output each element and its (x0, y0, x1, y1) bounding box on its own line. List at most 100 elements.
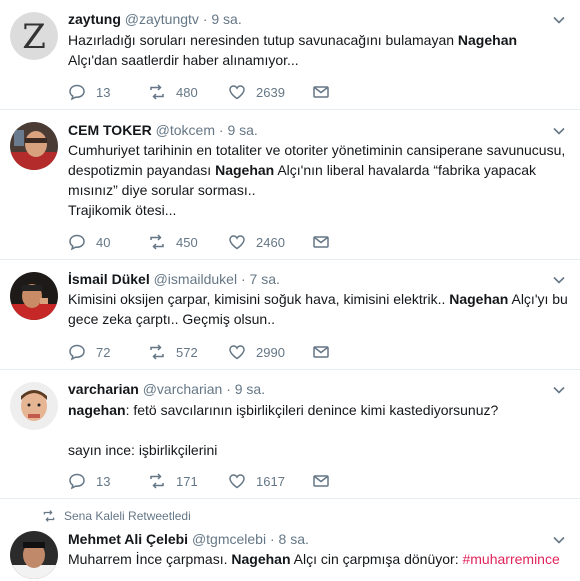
author-name[interactable]: Mehmet Ali Çelebi (68, 531, 188, 547)
retweet-button[interactable]: 572 (148, 343, 228, 361)
avatar[interactable] (10, 122, 58, 170)
author-handle[interactable]: @zaytungtv (125, 11, 199, 27)
tweet[interactable]: Z zaytung @zaytungtv · 9 sa. Hazırladığı… (0, 0, 580, 110)
message-button[interactable] (312, 83, 330, 101)
message-button[interactable] (312, 472, 330, 490)
reply-count: 13 (96, 473, 111, 489)
separator-dot: · (202, 11, 208, 27)
retweet-context[interactable]: Sena Kaleli Retweetledi (42, 509, 191, 523)
tweet-text-part: Muharrem İnce çarpması. (68, 551, 232, 567)
chevron-down-icon[interactable] (552, 533, 566, 547)
avatar[interactable] (10, 272, 58, 320)
chevron-down-icon[interactable] (552, 13, 566, 27)
retweet-icon (150, 84, 164, 100)
like-button[interactable]: 2990 (228, 343, 312, 361)
tweet-text: Kimisini oksijen çarpar, kimisini soğuk … (68, 289, 568, 329)
tweet-feed: Z zaytung @zaytungtv · 9 sa. Hazırladığı… (0, 0, 580, 581)
author-name[interactable]: CEM TOKER (68, 122, 152, 138)
tweet-actions: 72 572 2990 (68, 342, 330, 362)
separator-dot: · (226, 381, 231, 397)
reply-icon (69, 344, 85, 361)
tweet-actions: 13 171 1617 (68, 471, 330, 491)
author-name[interactable]: İsmail Dükel (68, 271, 150, 287)
avatar[interactable]: Z (10, 12, 58, 60)
author-handle[interactable]: @varcharian (143, 381, 223, 397)
reply-count: 72 (96, 344, 111, 360)
reply-button[interactable]: 72 (68, 343, 148, 361)
tweet[interactable]: İsmail Dükel @ismaildukel · 7 sa. Kimisi… (0, 260, 580, 370)
retweet-icon (150, 344, 164, 360)
retweet-button[interactable]: 480 (148, 83, 228, 101)
retweet-count: 450 (176, 234, 198, 250)
reply-button[interactable]: 13 (68, 83, 148, 101)
tweet-text-bold: Nagehan (457, 32, 518, 48)
author-handle[interactable]: @tgmcelebi (192, 531, 266, 547)
tweet-header: zaytung @zaytungtv · 9 sa. (68, 10, 242, 28)
tweet[interactable]: CEM TOKER @tokcem · 9 sa. Cumhuriyet tar… (0, 110, 580, 260)
reply-icon (69, 84, 85, 101)
like-count: 2639 (256, 84, 285, 100)
tweet-text-bold: nagehan (68, 402, 126, 418)
reply-icon (69, 234, 85, 251)
hashtag-link[interactable]: #muharremince (462, 551, 559, 567)
like-button[interactable]: 2460 (228, 233, 312, 251)
tweet-text-part: : fetö savcılarının işbirlikçileri denin… (125, 402, 499, 418)
avatar[interactable] (10, 531, 58, 579)
message-icon (313, 346, 329, 358)
retweet-count: 171 (176, 473, 198, 489)
tweet-header: varcharian @varcharian · 9 sa. (68, 380, 265, 398)
separator-dot: · (218, 122, 224, 138)
author-handle[interactable]: @tokcem (156, 122, 215, 138)
author-handle[interactable]: @ismaildukel (154, 271, 237, 287)
tweet[interactable]: Sena Kaleli Retweetledi Mehmet Ali Çeleb… (0, 499, 580, 581)
tweet-text: Cumhuriyet tarihinin en totaliter ve oto… (68, 140, 568, 220)
tweet-text-part: Alçı'dan saatlerdir haber alınamıyor... (68, 52, 299, 68)
tweet-text-line: sayın ince: işbirlikçilerini (68, 442, 218, 458)
retweet-icon (150, 473, 164, 489)
like-icon (229, 474, 245, 489)
tweet[interactable]: varcharian @varcharian · 9 sa. nagehan: … (0, 370, 580, 499)
separator-dot: · (269, 531, 275, 547)
chevron-down-icon[interactable] (552, 383, 566, 397)
chevron-down-icon[interactable] (552, 273, 566, 287)
tweet-header: CEM TOKER @tokcem · 9 sa. (68, 121, 258, 139)
tweet-text-bold: Nagehan (215, 162, 275, 178)
tweet-time[interactable]: 9 sa. (227, 122, 257, 138)
author-name[interactable]: zaytung (68, 11, 121, 27)
reply-count: 40 (96, 234, 111, 250)
reply-icon (69, 473, 85, 490)
reply-button[interactable]: 13 (68, 472, 148, 490)
retweet-icon (43, 510, 55, 522)
svg-text:Z: Z (22, 17, 46, 57)
like-icon (229, 235, 245, 250)
tweet-actions: 13 480 2639 (68, 82, 330, 102)
chevron-down-icon[interactable] (552, 124, 566, 138)
tweet-text-line: Trajikomik ötesi... (68, 202, 177, 218)
tweet-time[interactable]: 7 sa. (250, 271, 280, 287)
like-icon (229, 85, 245, 100)
tweet-text: nagehan: fetö savcılarının işbirlikçiler… (68, 400, 568, 460)
retweet-button[interactable]: 450 (148, 233, 228, 251)
like-button[interactable]: 1617 (228, 472, 312, 490)
like-count: 2460 (256, 234, 285, 250)
tweet-header: Mehmet Ali Çelebi @tgmcelebi · 8 sa. (68, 530, 309, 548)
tweet-text: Muharrem İnce çarpması. Nagehan Alçı cin… (68, 549, 568, 569)
reply-count: 13 (96, 84, 111, 100)
tweet-time[interactable]: 9 sa. (235, 381, 265, 397)
message-button[interactable] (312, 343, 330, 361)
tweet-text-part: Hazırladığı soruları neresinden tutup sa… (68, 32, 458, 48)
retweet-icon (150, 234, 164, 250)
author-name[interactable]: varcharian (68, 381, 139, 397)
avatar[interactable] (10, 382, 58, 430)
tweet-time[interactable]: 8 sa. (279, 531, 309, 547)
tweet-text-part: Kimisini oksijen çarpar, kimisini soğuk … (68, 291, 450, 307)
message-icon (313, 236, 329, 248)
message-button[interactable] (312, 233, 330, 251)
message-icon (313, 475, 329, 487)
retweet-count: 480 (176, 84, 198, 100)
tweet-text: Hazırladığı soruları neresinden tutup sa… (68, 30, 568, 70)
tweet-time[interactable]: 9 sa. (211, 11, 241, 27)
retweet-button[interactable]: 171 (148, 472, 228, 490)
reply-button[interactable]: 40 (68, 233, 148, 251)
like-button[interactable]: 2639 (228, 83, 312, 101)
